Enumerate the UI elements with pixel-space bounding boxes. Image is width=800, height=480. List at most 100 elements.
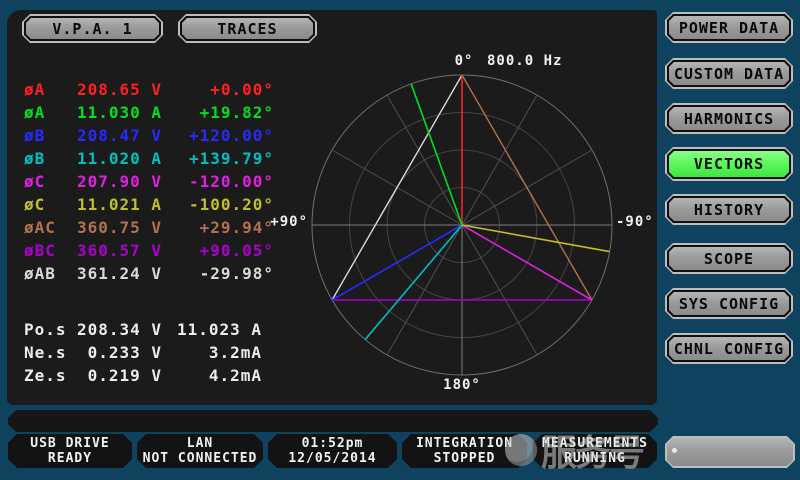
phase-value: 208.65 V <box>66 80 162 99</box>
menu-button-label: SYS CONFIG <box>669 292 789 315</box>
table-row: øB 208.47 V +120.00° <box>24 124 274 147</box>
table-row: øB 11.020 A +139.79° <box>24 147 274 170</box>
vpa-select-label: V.P.A. 1 <box>26 18 159 39</box>
vector-plot <box>302 65 622 385</box>
table-row: Ze.s 0.219 V 4.2mA <box>24 364 264 387</box>
status-clock[interactable]: 01:52pm 12/05/2014 <box>268 434 397 468</box>
phase-label: øC <box>24 195 66 214</box>
phase-value: 11.020 A <box>66 149 162 168</box>
vpa-select-button[interactable]: V.P.A. 1 <box>22 14 163 43</box>
sequence-label: Po.s <box>24 320 70 339</box>
traces-button[interactable]: TRACES <box>178 14 317 43</box>
status-usb[interactable]: USB DRIVE READY <box>8 434 132 468</box>
phase-value: 208.47 V <box>66 126 162 145</box>
menu-button-vectors[interactable]: VECTORS <box>665 147 793 181</box>
phase-angle: +29.94° <box>162 218 274 237</box>
status-line2: STOPPED <box>434 451 496 466</box>
chord-line-ab <box>332 75 462 300</box>
status-line1: INTEGRATION <box>416 436 513 451</box>
plot-angle-label-left: +90° <box>262 214 308 230</box>
status-integration[interactable]: INTEGRATION STOPPED <box>402 434 527 468</box>
button-face <box>667 438 793 466</box>
vector-phase-a-current <box>411 84 462 225</box>
menu-button-scope[interactable]: SCOPE <box>665 243 793 274</box>
menu-button-label: CHNL CONFIG <box>669 337 789 360</box>
phase-angle: -29.98° <box>162 264 274 283</box>
sequence-current: 3.2mA <box>162 343 262 362</box>
menu-button-chnl-config[interactable]: CHNL CONFIG <box>665 333 793 364</box>
phase-measurement-table: øA 208.65 V +0.00° øA 11.030 A +19.82° ø… <box>24 78 274 285</box>
phase-value: 361.24 V <box>66 264 162 283</box>
status-line1: LAN <box>187 436 213 451</box>
table-row: øC 11.021 A -100.20° <box>24 193 274 216</box>
menu-button-label: HISTORY <box>669 198 789 221</box>
polar-grid-spoke <box>462 95 537 225</box>
polar-grid-spoke <box>387 95 462 225</box>
status-lan[interactable]: LAN NOT CONNECTED <box>137 434 263 468</box>
phase-angle: -120.00° <box>162 172 274 191</box>
phase-value: 360.75 V <box>66 218 162 237</box>
phase-value: 360.57 V <box>66 241 162 260</box>
phase-angle: +120.00° <box>162 126 274 145</box>
table-row: Ne.s 0.233 V 3.2mA <box>24 341 264 364</box>
phase-label: øA <box>24 80 66 99</box>
vector-phase-b-voltage <box>332 225 462 300</box>
message-bar <box>8 410 658 432</box>
status-line1: 01:52pm <box>302 436 364 451</box>
table-row: øBC 360.57 V +90.05° <box>24 239 274 262</box>
menu-button-harmonics[interactable]: HARMONICS <box>665 103 793 134</box>
menu-button-custom-data[interactable]: CUSTOM DATA <box>665 58 793 89</box>
status-line2: RUNNING <box>564 451 626 466</box>
vector-phase-b-current <box>365 225 462 340</box>
table-row: øA 208.65 V +0.00° <box>24 78 274 101</box>
plot-angle-label-right: -90° <box>616 214 654 230</box>
sequence-label: Ne.s <box>24 343 70 362</box>
phase-angle: +19.82° <box>162 103 274 122</box>
menu-button-history[interactable]: HISTORY <box>665 194 793 225</box>
status-line1: USB DRIVE <box>30 436 109 451</box>
indicator-dot-icon <box>672 448 677 453</box>
menu-button-label: SCOPE <box>669 247 789 270</box>
phase-angle: +0.00° <box>162 80 274 99</box>
phase-angle: +139.79° <box>162 149 274 168</box>
phase-label: øAB <box>24 264 66 283</box>
sequence-current: 4.2mA <box>162 366 262 385</box>
phase-label: øB <box>24 149 66 168</box>
phase-label: øAC <box>24 218 66 237</box>
sequence-component-table: Po.s 208.34 V 11.023 A Ne.s 0.233 V 3.2m… <box>24 318 264 387</box>
status-line2: NOT CONNECTED <box>143 451 258 466</box>
sequence-label: Ze.s <box>24 366 70 385</box>
phase-label: øC <box>24 172 66 191</box>
blank-button[interactable] <box>665 436 795 468</box>
menu-button-label: VECTORS <box>669 151 789 177</box>
table-row: øAB 361.24 V -29.98° <box>24 262 274 285</box>
phase-label: øB <box>24 126 66 145</box>
status-line1: MEASUREMENTS <box>542 436 648 451</box>
sequence-voltage: 208.34 V <box>70 320 162 339</box>
menu-button-sys-config[interactable]: SYS CONFIG <box>665 288 793 319</box>
table-row: øA 11.030 A +19.82° <box>24 101 274 124</box>
plot-frequency-label: 800.0 Hz <box>487 53 562 69</box>
menu-button-label: POWER DATA <box>669 16 789 39</box>
phase-value: 11.030 A <box>66 103 162 122</box>
sequence-voltage: 0.219 V <box>70 366 162 385</box>
sequence-current: 11.023 A <box>162 320 262 339</box>
phase-label: øBC <box>24 241 66 260</box>
phase-value: 11.021 A <box>66 195 162 214</box>
status-line2: 12/05/2014 <box>288 451 376 466</box>
chord-line-ac <box>462 75 592 300</box>
menu-button-power-data[interactable]: POWER DATA <box>665 12 793 43</box>
phase-value: 207.90 V <box>66 172 162 191</box>
plot-angle-label-bottom: 180° <box>434 377 490 393</box>
status-line2: READY <box>48 451 92 466</box>
menu-button-label: HARMONICS <box>669 107 789 130</box>
plot-angle-label-top: 0° <box>444 53 484 69</box>
status-measurements[interactable]: MEASUREMENTS RUNNING <box>533 434 657 468</box>
phase-angle: -100.20° <box>162 195 274 214</box>
polar-grid-spoke <box>387 225 462 355</box>
phase-angle: +90.05° <box>162 241 274 260</box>
table-row: øAC 360.75 V +29.94° <box>24 216 274 239</box>
sequence-voltage: 0.233 V <box>70 343 162 362</box>
menu-button-label: CUSTOM DATA <box>669 62 789 85</box>
phase-label: øA <box>24 103 66 122</box>
